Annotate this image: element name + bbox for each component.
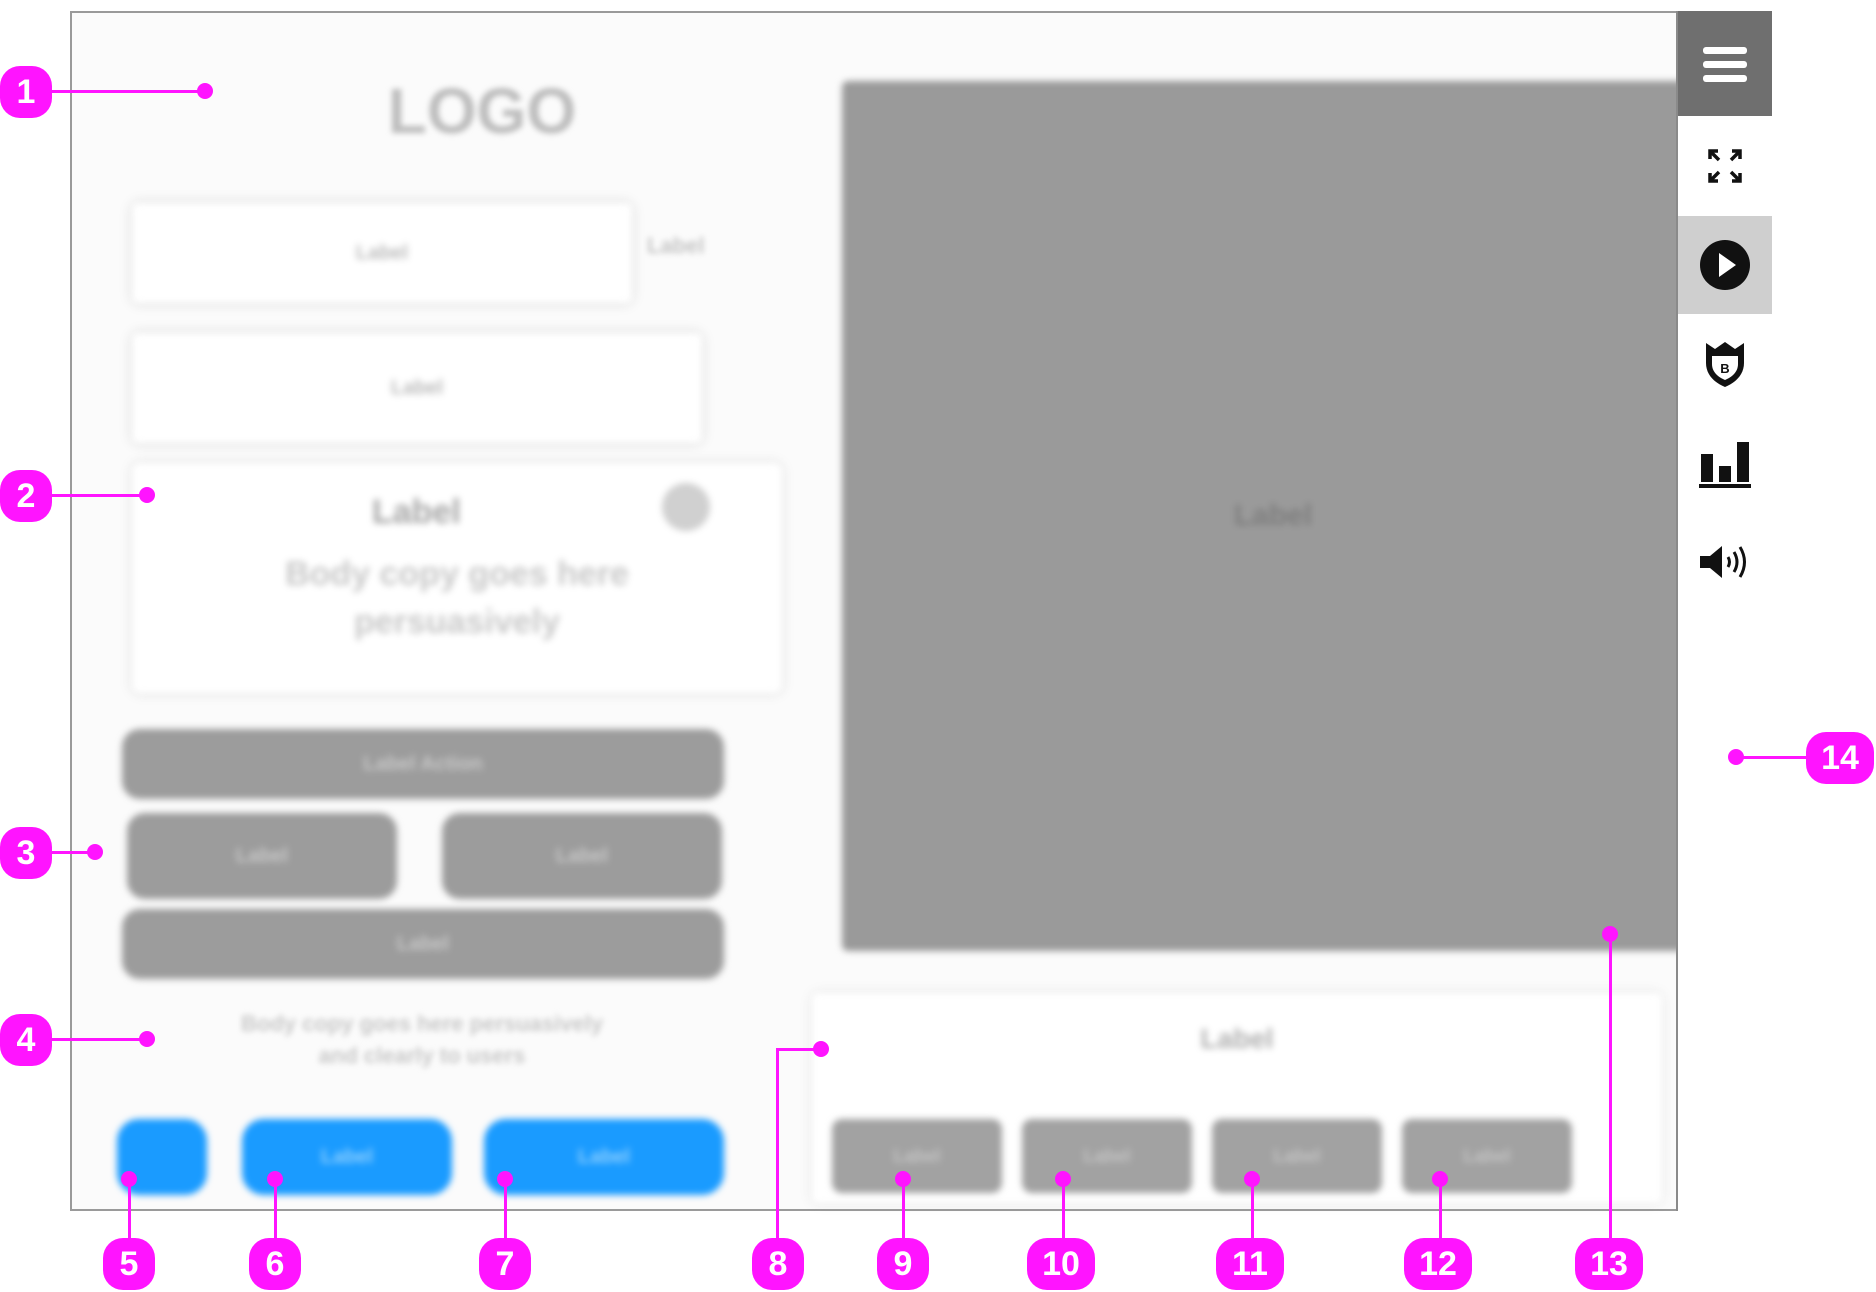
- blue-button-two[interactable]: Label: [484, 1119, 724, 1195]
- callout-1-line: [50, 90, 205, 93]
- logo: LOGO: [387, 75, 577, 147]
- menu-icon: [1703, 46, 1747, 82]
- wide-action-button[interactable]: Label Action: [122, 729, 724, 799]
- callout-14-line: [1735, 756, 1810, 759]
- callout-13-line: [1609, 933, 1612, 1264]
- info-panel: Label Body copy goes here persuasively: [132, 463, 782, 693]
- callout-3-badge: 3: [0, 827, 52, 879]
- callout-6-badge: 6: [249, 1238, 301, 1290]
- field-two[interactable]: Label: [132, 333, 702, 443]
- tool-button-1[interactable]: Label: [832, 1119, 1002, 1193]
- svg-text:B: B: [1720, 361, 1729, 376]
- tool-button-2[interactable]: Label: [1022, 1119, 1192, 1193]
- footnote-line2: and clearly to users: [318, 1043, 526, 1068]
- volume-icon: [1700, 546, 1746, 578]
- callout-2-dot: [139, 487, 155, 503]
- shield-b-icon: B: [1706, 342, 1744, 387]
- info-icon[interactable]: [662, 483, 710, 531]
- field-side-label: Label: [647, 233, 705, 258]
- callout-10-badge: 10: [1027, 1238, 1095, 1290]
- callout-1-dot: [197, 83, 213, 99]
- tool-button-3[interactable]: Label: [1212, 1119, 1382, 1193]
- bar-chart-icon: [1699, 442, 1751, 488]
- info-text-line1: Body copy goes here: [285, 555, 629, 593]
- callout-7-badge: 7: [479, 1238, 531, 1290]
- icon-sidebar: B: [1676, 11, 1772, 1211]
- callout-1-badge: 1: [0, 66, 52, 118]
- media-area[interactable]: Label: [842, 81, 1704, 951]
- callout-3-dot: [87, 844, 103, 860]
- callout-2-badge: 2: [0, 470, 52, 522]
- play-button[interactable]: [1678, 216, 1772, 314]
- callout-13-badge: 13: [1575, 1238, 1643, 1290]
- callout-4-dot: [139, 1031, 155, 1047]
- fullscreen-button[interactable]: [1678, 116, 1772, 216]
- fullscreen-icon: [1708, 149, 1742, 183]
- callout-8-line-v: [776, 1048, 779, 1264]
- callout-8-badge: 8: [752, 1238, 804, 1290]
- menu-button[interactable]: [1678, 11, 1772, 116]
- field-one[interactable]: Label: [132, 203, 632, 303]
- callout-4-badge: 4: [0, 1014, 52, 1066]
- callout-14-badge: 14: [1806, 732, 1874, 784]
- media-label: Label: [1233, 499, 1313, 532]
- info-title: Label: [372, 493, 461, 531]
- app-frame: LOGO Label Label Label Label Body copy g…: [70, 11, 1772, 1211]
- half-button-right[interactable]: Label: [442, 813, 722, 899]
- field-one-label: Label: [355, 242, 409, 264]
- shield-button[interactable]: B: [1678, 314, 1772, 414]
- callout-4-line: [50, 1038, 147, 1041]
- stats-button[interactable]: [1678, 414, 1772, 514]
- callout-8-line-h: [776, 1048, 821, 1051]
- info-text-line2: persuasively: [353, 603, 561, 641]
- bottom-grey-button[interactable]: Label: [122, 909, 724, 979]
- half-button-left[interactable]: Label: [127, 813, 397, 899]
- footnote: Body copy goes here persuasively and cle…: [152, 1008, 692, 1072]
- footnote-line1: Body copy goes here persuasively: [241, 1011, 603, 1036]
- callout-12-badge: 12: [1404, 1238, 1472, 1290]
- callout-5-badge: 5: [103, 1238, 155, 1290]
- callout-9-badge: 9: [877, 1238, 929, 1290]
- callout-11-badge: 11: [1216, 1238, 1284, 1290]
- callout-2-line: [50, 494, 147, 497]
- caption-label: Label: [1200, 1023, 1274, 1054]
- sound-button[interactable]: [1678, 514, 1772, 610]
- tool-button-4[interactable]: Label: [1402, 1119, 1572, 1193]
- field-two-label: Label: [390, 377, 444, 399]
- play-icon: [1700, 240, 1750, 290]
